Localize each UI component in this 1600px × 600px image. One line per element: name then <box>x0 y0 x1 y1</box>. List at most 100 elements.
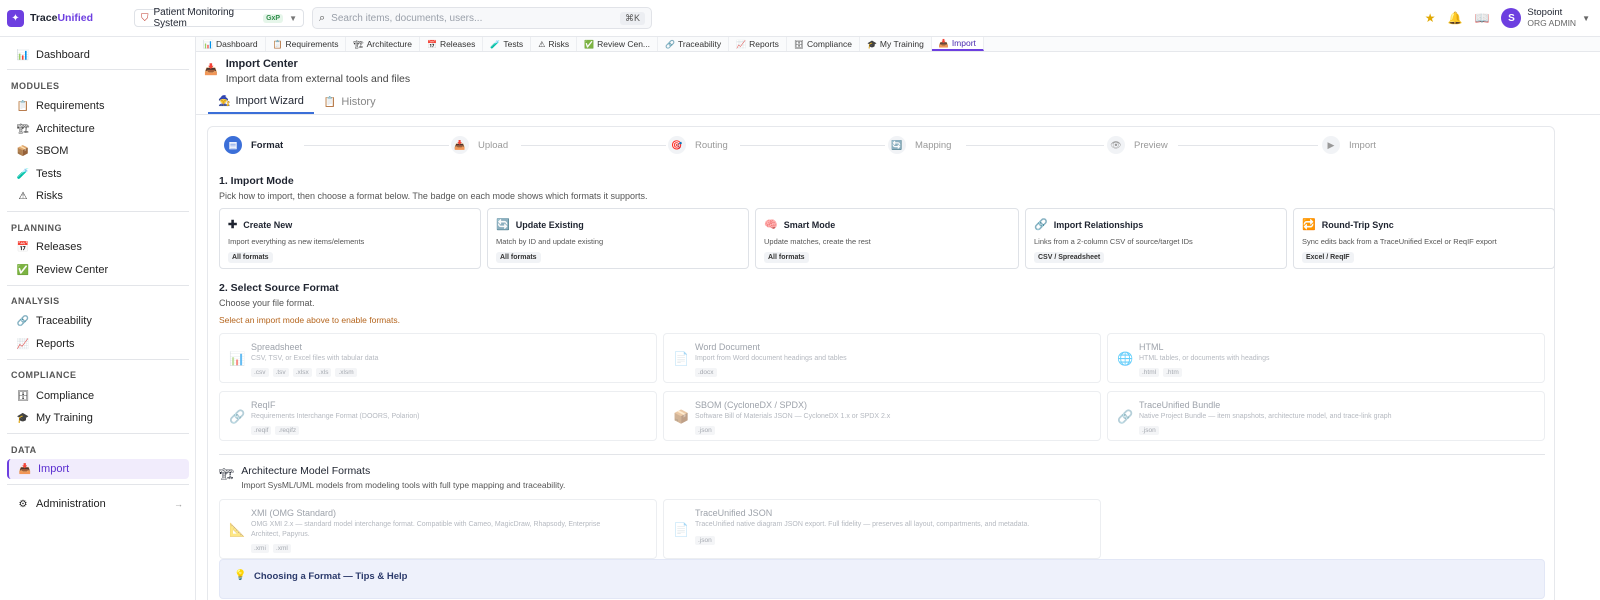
tab-import[interactable]: 📥 Import <box>931 37 984 51</box>
step-connector <box>740 145 885 146</box>
tab-releases[interactable]: 📅 Releases <box>420 37 484 51</box>
tab-history[interactable]: 📋 History <box>314 92 386 114</box>
tab-risks[interactable]: ⚠ Risks <box>531 37 578 51</box>
chart-icon: 📊 <box>203 39 213 49</box>
extension-tag: .tsv <box>272 368 289 377</box>
sidebar-item-releases[interactable]: 📅 Releases <box>7 237 189 257</box>
warning-icon: ⚠ <box>538 39 546 49</box>
format-card-word-document[interactable]: 📄 Word Document Import from Word documen… <box>663 333 1101 383</box>
main-content: 📥 Import Center Import data from externa… <box>196 52 1600 600</box>
mode-card-smart-mode[interactable]: 🧠 Smart Mode Update matches, create the r… <box>755 208 1019 269</box>
sidebar-item-my-training[interactable]: 🎓 My Training <box>7 408 189 428</box>
gxp-badge: GxP <box>263 13 284 23</box>
tab-tests[interactable]: 🧪 Tests <box>483 37 532 51</box>
sidebar-item-administration[interactable]: ⚙ Administration → <box>7 494 189 514</box>
sidebar-item-reports[interactable]: 📈 Reports <box>7 334 189 354</box>
format-card-traceunified-json[interactable]: 📄 TraceUnified JSON TraceUnified native … <box>663 499 1101 559</box>
wizard-stepper: ▤ Format 📥 Upload 🎯 Routing 🔄 Mapping 👁 Previ… <box>224 136 1544 156</box>
divider <box>7 285 189 286</box>
tips-help-panel[interactable]: 💡 Choosing a Format — Tips & Help <box>219 559 1545 599</box>
tab-my-training[interactable]: 🎓 My Training <box>860 37 932 51</box>
section-heading: MODULES <box>11 81 60 91</box>
tab-review-center[interactable]: ✅ Review Cen... <box>577 37 659 51</box>
divider <box>219 454 1545 455</box>
divider <box>7 211 189 212</box>
sidebar-item-sbom[interactable]: 📦 SBOM <box>7 141 189 161</box>
source-format-title: 2. Select Source Format <box>219 282 339 294</box>
shield-icon: ⛉ <box>141 12 149 24</box>
extension-tag: .json <box>1139 426 1159 435</box>
extension-tag: .csv <box>251 368 269 377</box>
sidebar-item-architecture[interactable]: 🏗 Architecture <box>7 119 189 139</box>
step-routing[interactable]: 🎯 Routing <box>668 136 728 154</box>
sidebar-item-compliance[interactable]: 🗄 Compliance <box>7 386 189 406</box>
user-role: ORG ADMIN <box>1527 18 1577 28</box>
brain-icon: 🧠 <box>764 219 778 231</box>
star-icon[interactable]: ★ <box>1425 11 1436 25</box>
import-icon: 📥 <box>938 38 949 48</box>
sidebar-item-tests[interactable]: 🧪 Tests <box>7 164 189 184</box>
mode-card-round-trip-sync[interactable]: 🔁 Round-Trip Sync Sync edits back from a … <box>1293 208 1555 269</box>
tab-import-wizard[interactable]: 🧙 Import Wizard <box>208 92 314 114</box>
format-card-sbom[interactable]: 📦 SBOM (CycloneDX / SPDX) Software Bill … <box>663 391 1101 441</box>
brand-logo-icon: ✦ <box>7 9 24 27</box>
mode-card-create-new[interactable]: ✚ Create New Import everything as new ite… <box>219 208 481 269</box>
tab-traceability[interactable]: 🔗 Traceability <box>658 37 730 51</box>
section-heading: ANALYSIS <box>11 296 60 306</box>
search-shortcut: ⌘K <box>619 11 645 25</box>
divider <box>7 433 189 434</box>
search-input[interactable]: ⌕ Search items, documents, users... ⌘K <box>312 7 652 29</box>
link-icon: 🔗 <box>229 409 246 424</box>
mode-card-import-relationships[interactable]: 🔗 Import Relationships Links from a 2-col… <box>1025 208 1287 269</box>
step-mapping[interactable]: 🔄 Mapping <box>888 136 951 154</box>
chart-icon: 📊 <box>16 49 30 61</box>
project-selector[interactable]: ⛉ Patient Monitoring System GxP ▼ <box>134 7 304 29</box>
user-menu[interactable]: Stopoint ORG ADMIN <box>1527 8 1577 29</box>
step-format[interactable]: ▤ Format <box>224 136 283 154</box>
tab-compliance[interactable]: 🗄 Compliance <box>787 37 860 51</box>
sidebar-item-requirements[interactable]: 📋 Requirements <box>7 96 189 116</box>
mode-card-update-existing[interactable]: 🔄 Update Existing Match by ID and update … <box>487 208 749 269</box>
divider <box>196 114 1600 115</box>
step-preview[interactable]: 👁 Preview <box>1107 136 1168 154</box>
play-icon: ▶ <box>1322 136 1340 154</box>
document-icon: 📄 <box>673 522 690 537</box>
sidebar-item-risks[interactable]: ⚠ Risks <box>7 186 189 206</box>
sidebar-item-import[interactable]: 📥 Import <box>7 459 189 479</box>
format-badge: CSV / Spreadsheet <box>1034 252 1105 263</box>
extension-tag: .json <box>695 426 715 435</box>
sidebar-item-dashboard[interactable]: 📊 Dashboard <box>7 45 189 65</box>
document-icon: 📄 <box>673 351 690 366</box>
format-card-traceunified-bundle[interactable]: 🔗 TraceUnified Bundle Native Project Bun… <box>1107 391 1545 441</box>
tab-reports[interactable]: 📈 Reports <box>729 37 787 51</box>
divider <box>7 69 189 70</box>
sync-icon: 🔁 <box>1302 219 1316 231</box>
format-card-html[interactable]: 🌐 HTML HTML tables, or documents with he… <box>1107 333 1545 383</box>
bell-icon[interactable]: 🔔 <box>1448 11 1463 25</box>
brand[interactable]: ✦ TraceUnified <box>0 9 130 27</box>
page-subtabs: 🧙 Import Wizard 📋 History <box>208 92 386 114</box>
step-upload[interactable]: 📥 Upload <box>451 136 508 154</box>
format-card-spreadsheet[interactable]: 📊 Spreadsheet CSV, TSV, or Excel files w… <box>219 333 657 383</box>
step-import[interactable]: ▶ Import <box>1322 136 1376 154</box>
tab-dashboard[interactable]: 📊 Dashboard <box>196 37 266 51</box>
format-card-xmi[interactable]: 📐 XMI (OMG Standard) OMG XMI 2.x — stand… <box>219 499 657 559</box>
eye-icon: 👁 <box>1107 136 1125 154</box>
format-card-reqif[interactable]: 🔗 ReqIF Requirements Interchange Format … <box>219 391 657 441</box>
avatar[interactable]: S <box>1501 8 1522 28</box>
book-icon[interactable]: 📖 <box>1474 11 1489 25</box>
tab-requirements[interactable]: 📋 Requirements <box>266 37 347 51</box>
history-icon: 📋 <box>323 96 337 108</box>
sidebar-item-traceability[interactable]: 🔗 Traceability <box>7 311 189 331</box>
tab-architecture[interactable]: 🏗 Architecture <box>346 37 420 51</box>
page-header: 📥 Import Center Import data from externa… <box>204 58 410 85</box>
import-icon: 📥 <box>18 463 32 475</box>
architecture-formats-header: 🏗 Architecture Model Formats Import SysM… <box>219 465 565 490</box>
divider <box>7 484 189 485</box>
sidebar-item-review-center[interactable]: ✅ Review Center <box>7 260 189 280</box>
mapping-icon: 🔄 <box>888 136 906 154</box>
gear-icon: ⚙ <box>18 498 28 510</box>
chevron-down-icon[interactable]: ▼ <box>1582 14 1590 23</box>
wand-icon: 🧙 <box>218 95 231 107</box>
extension-tag: .xlsx <box>292 368 312 377</box>
